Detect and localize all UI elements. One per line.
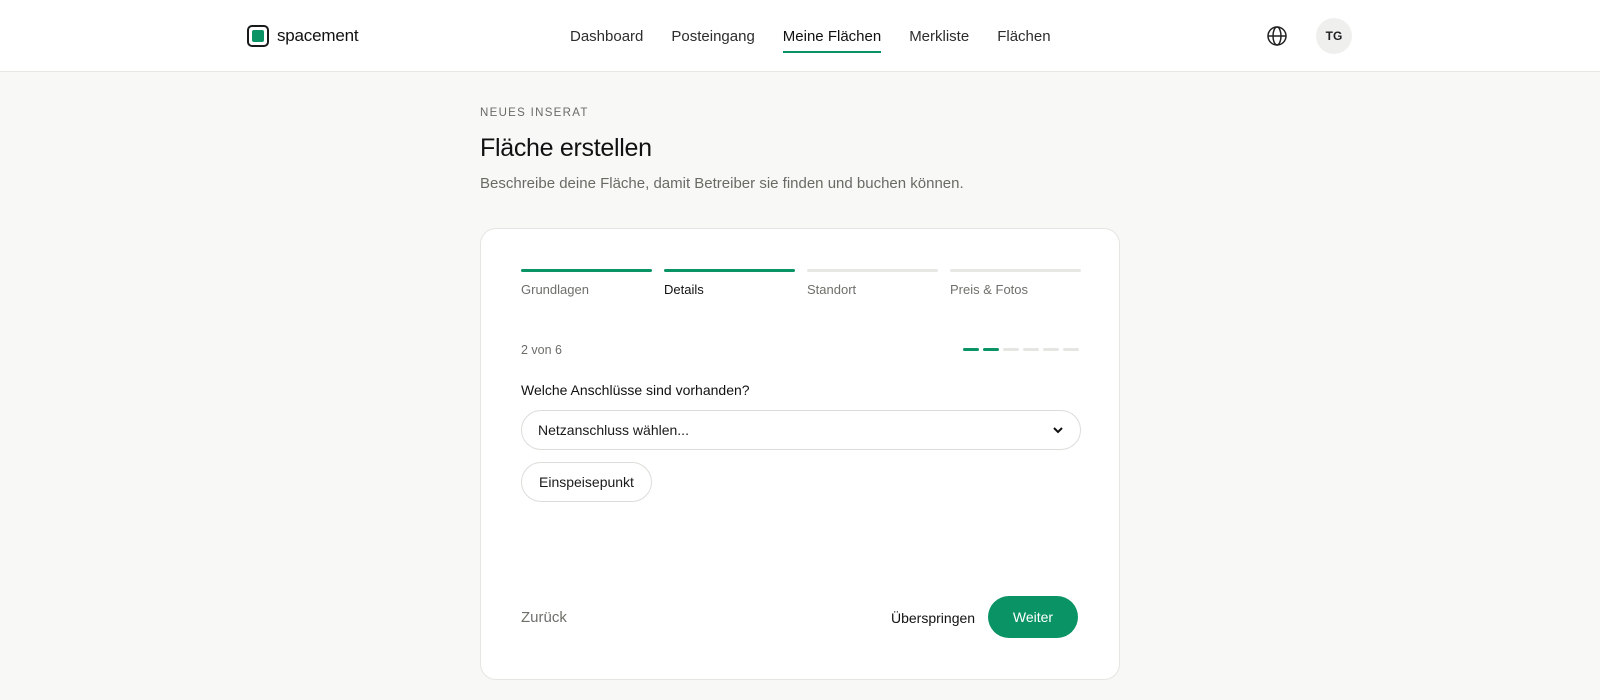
back-button[interactable]: Zurück <box>521 609 567 626</box>
progress-dots <box>963 348 1079 351</box>
nav-item-merkliste[interactable]: Merkliste <box>909 0 969 72</box>
skip-button[interactable]: Überspringen <box>891 610 975 626</box>
logo-icon <box>247 25 269 47</box>
brand-name: spacement <box>277 26 359 45</box>
step-preis-fotos: Preis & Fotos <box>950 269 1081 297</box>
nav-item-flaechen[interactable]: Flächen <box>997 0 1050 72</box>
nav-item-meine-flaechen[interactable]: Meine Flächen <box>782 0 882 72</box>
progress-dot <box>1003 348 1019 351</box>
page-eyebrow: NEUES INSERAT <box>480 107 589 119</box>
progress-dot <box>983 348 999 351</box>
step-standort: Standort <box>807 269 938 297</box>
step-label: Preis & Fotos <box>950 282 1029 297</box>
step-details[interactable]: Details <box>664 269 795 297</box>
avatar[interactable]: TG <box>1316 18 1352 54</box>
nav-item-posteingang[interactable]: Posteingang <box>671 0 754 72</box>
step-label: Details <box>664 282 704 297</box>
progress-dot <box>1063 348 1079 351</box>
chevron-down-icon <box>1053 427 1063 434</box>
page-subtitle: Beschreibe deine Fläche, damit Betreiber… <box>480 175 964 192</box>
option-chip-einspeisepunkt[interactable]: Einspeisepunkt <box>521 462 652 502</box>
step-bar <box>521 269 652 272</box>
globe-icon[interactable] <box>1266 25 1288 47</box>
progress-counter: 2 von 6 <box>521 343 563 357</box>
main-nav: Dashboard Posteingang Meine Flächen Merk… <box>570 0 1051 72</box>
step-grundlagen[interactable]: Grundlagen <box>521 269 652 297</box>
step-indicator: Grundlagen Details Standort Preis & Foto… <box>521 269 1081 297</box>
connection-select[interactable]: Netzanschluss wählen... <box>521 410 1081 450</box>
question-label: Welche Anschlüsse sind vorhanden? <box>521 382 750 398</box>
page-title: Fläche erstellen <box>480 134 652 162</box>
brand-logo[interactable]: spacement <box>247 24 359 48</box>
step-bar <box>664 269 795 272</box>
progress-dot <box>963 348 979 351</box>
nav-item-dashboard[interactable]: Dashboard <box>570 0 643 72</box>
progress-dot <box>1043 348 1059 351</box>
select-value: Netzanschluss wählen... <box>538 422 689 438</box>
top-navigation-bar: spacement Dashboard Posteingang Meine Fl… <box>0 0 1600 72</box>
progress-dot <box>1023 348 1039 351</box>
step-label: Grundlagen <box>521 282 589 297</box>
step-bar <box>807 269 938 272</box>
step-bar <box>950 269 1081 272</box>
next-button[interactable]: Weiter <box>988 596 1078 638</box>
step-label: Standort <box>807 282 857 297</box>
wizard-card: Grundlagen Details Standort Preis & Foto… <box>480 228 1120 680</box>
